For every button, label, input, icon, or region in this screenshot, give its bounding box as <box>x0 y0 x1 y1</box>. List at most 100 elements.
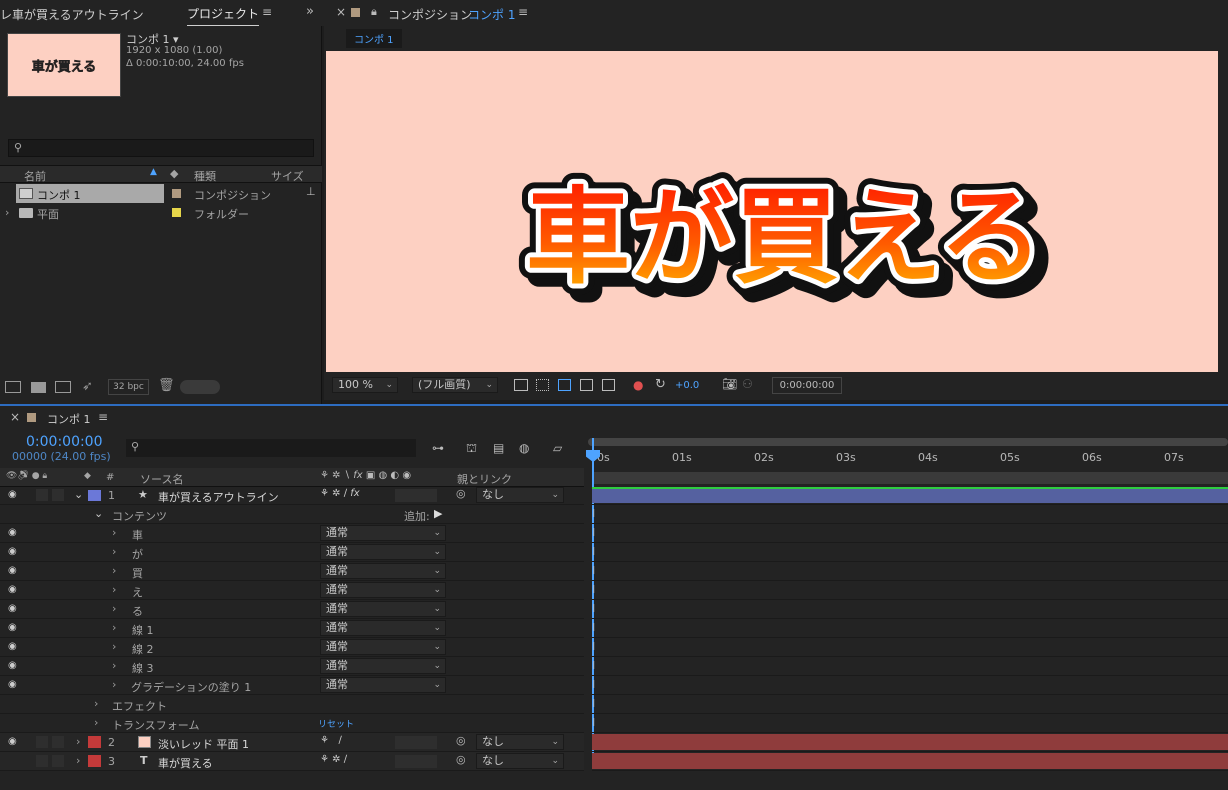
frame-blending-icon[interactable]: ◍ <box>519 441 529 455</box>
reset-exposure-icon[interactable]: ↻ <box>655 377 666 392</box>
double-chevron-icon[interactable]: » <box>306 4 314 19</box>
time-navigator[interactable] <box>592 472 1228 484</box>
chevron-right-icon[interactable]: › <box>5 206 9 219</box>
chevron-right-icon[interactable]: › <box>112 640 116 653</box>
pickwhip-icon[interactable]: ◎ <box>456 753 466 766</box>
project-item[interactable]: › 平面 フォルダー <box>0 203 322 222</box>
layer-bar[interactable] <box>592 753 1228 769</box>
interpret-footage-icon[interactable] <box>5 381 21 393</box>
zoom-select[interactable]: 100 % ⌄ <box>332 377 398 393</box>
property-group-contents[interactable]: ⌄ コンテンツ 追加: ▶ <box>0 505 584 524</box>
mode-switches[interactable] <box>395 489 437 502</box>
label-color-swatch[interactable] <box>172 189 181 198</box>
blend-mode-select[interactable]: 通常 ⌄ <box>320 525 446 541</box>
chevron-right-icon[interactable]: › <box>112 659 116 672</box>
color-channels-icon[interactable]: ● <box>633 378 643 392</box>
blend-mode-select[interactable]: 通常 ⌄ <box>320 582 446 598</box>
shape-group-row[interactable]: ◉ › が 通常 ⌄ <box>0 543 584 562</box>
shape-group-row[interactable]: ◉ › 車 通常 ⌄ <box>0 524 584 543</box>
solo-toggle[interactable] <box>36 736 48 748</box>
layer-switches[interactable]: ⚘ ∕ <box>320 735 342 746</box>
eye-icon[interactable]: ◉ <box>8 489 17 500</box>
lock-toggle[interactable] <box>52 755 64 767</box>
lock-toggle[interactable] <box>52 736 64 748</box>
property-group-transform[interactable]: › トランスフォーム リセット <box>0 714 584 733</box>
shape-group-row[interactable]: ◉ › 線 2 通常 ⌄ <box>0 638 584 657</box>
shape-group-row[interactable]: ◉ › 買 通常 ⌄ <box>0 562 584 581</box>
mode-switches[interactable] <box>395 755 437 768</box>
blend-mode-select[interactable]: 通常 ⌄ <box>320 563 446 579</box>
eye-icon[interactable]: ◉ <box>8 641 17 652</box>
layer-bar[interactable] <box>592 734 1228 750</box>
layer-row[interactable]: › 3 T 車が買える ⚘ ✲ ∕ ◎ なし ⌄ <box>0 752 584 771</box>
solo-toggle[interactable] <box>36 489 48 501</box>
chevron-right-icon[interactable]: › <box>112 564 116 577</box>
layer-switches[interactable]: ⚘ ✲ ∕ <box>320 754 347 765</box>
hamburger-icon[interactable]: ≡ <box>262 5 272 19</box>
layer-switches[interactable]: ⚘ ✲ ∕ fx <box>320 488 360 499</box>
column-size[interactable]: サイズ <box>271 168 304 184</box>
draft-3d-icon[interactable]: ⛫ <box>466 441 477 457</box>
pickwhip-icon[interactable]: ◎ <box>456 487 466 500</box>
comp-panel-title[interactable]: コンポジション <box>388 6 472 23</box>
lock-toggle[interactable] <box>52 489 64 501</box>
eye-icon[interactable]: ◉ <box>8 584 17 595</box>
bit-depth-button[interactable]: 32 bpc <box>108 379 149 395</box>
timeline-tab[interactable]: コンポ 1 <box>47 411 91 427</box>
project-item[interactable]: コンポ 1 コンポジション ⊥ <box>0 184 322 203</box>
chevron-right-icon[interactable]: › <box>112 583 116 596</box>
blend-mode-select[interactable]: 通常 ⌄ <box>320 658 446 674</box>
column-parent-link[interactable]: 親とリンク <box>457 471 512 487</box>
work-area-bar[interactable] <box>588 438 1228 446</box>
chevron-right-icon[interactable]: › <box>112 678 116 691</box>
camera-snapshot-icon[interactable]: 📷︎ <box>722 377 737 391</box>
shape-group-row[interactable]: ◉ › え 通常 ⌄ <box>0 581 584 600</box>
chevron-right-icon[interactable]: › <box>94 716 98 729</box>
blend-mode-select[interactable]: 通常 ⌄ <box>320 601 446 617</box>
chevron-right-icon[interactable]: › <box>112 602 116 615</box>
comp-breadcrumb[interactable]: コンポ 1 <box>346 29 402 48</box>
blend-mode-select[interactable]: 通常 ⌄ <box>320 544 446 560</box>
column-source-name[interactable]: ソース名 <box>140 471 183 487</box>
shape-group-row[interactable]: ◉ › る 通常 ⌄ <box>0 600 584 619</box>
shape-group-row[interactable]: ◉ › 線 1 通常 ⌄ <box>0 619 584 638</box>
layer-name[interactable]: 淡いレッド 平面 1 <box>158 736 249 752</box>
tab-project[interactable]: プロジェクト <box>187 5 260 27</box>
fast-preview-icon[interactable] <box>514 379 528 391</box>
hamburger-icon[interactable]: ≡ <box>518 5 528 19</box>
parent-select[interactable]: なし ⌄ <box>476 487 564 503</box>
chevron-right-icon[interactable]: › <box>112 545 116 558</box>
layer-label-color[interactable] <box>88 736 101 748</box>
shape-group-row[interactable]: ◉ › グラデーションの塗り 1 通常 ⌄ <box>0 676 584 695</box>
show-snapshot-icon[interactable]: ⚇ <box>742 377 753 391</box>
timeline-search-input[interactable]: ⚲ <box>126 439 416 457</box>
close-icon[interactable]: × <box>336 5 346 19</box>
mode-switches[interactable] <box>395 736 437 749</box>
column-name[interactable]: 名前 <box>24 168 46 184</box>
chevron-right-icon[interactable]: › <box>112 621 116 634</box>
column-type[interactable]: 種類 <box>194 168 216 184</box>
hamburger-icon[interactable]: ≡ <box>98 410 108 424</box>
chevron-down-icon[interactable]: ⌄ <box>94 507 103 520</box>
flowchart-icon[interactable]: ⊥ <box>306 185 316 198</box>
eye-icon[interactable]: ◉ <box>8 660 17 671</box>
play-add-icon[interactable]: ▶ <box>434 507 442 520</box>
render-queue-icon[interactable]: ➶ <box>82 379 93 394</box>
motion-blur-icon[interactable]: ▱ <box>553 441 562 455</box>
eye-icon[interactable]: ◉ <box>8 603 17 614</box>
composition-viewer[interactable]: 車が買える 車が買える 車が買える 車が買える <box>326 51 1218 372</box>
blend-mode-select[interactable]: 通常 ⌄ <box>320 620 446 636</box>
transparency-grid-icon[interactable] <box>536 379 549 391</box>
region-of-interest-icon[interactable] <box>580 379 593 391</box>
eye-icon[interactable]: ◉ <box>8 527 17 538</box>
blend-mode-select[interactable]: 通常 ⌄ <box>320 639 446 655</box>
resolution-select[interactable]: (フル画質) ⌄ <box>412 377 498 393</box>
tab-outline-layer[interactable]: レ車が買えるアウトライン <box>0 6 144 23</box>
new-folder-icon[interactable] <box>31 382 46 393</box>
close-icon[interactable]: × <box>10 410 20 424</box>
project-search-input[interactable]: ⚲ <box>8 139 314 157</box>
chevron-down-icon[interactable]: ⌄ <box>74 488 83 501</box>
layer-label-color[interactable] <box>88 490 101 501</box>
time-ruler[interactable]: 00s 01s 02s 03s 04s 05s 06s 07s <box>588 438 1228 486</box>
eye-icon[interactable]: ◉ <box>8 736 17 747</box>
